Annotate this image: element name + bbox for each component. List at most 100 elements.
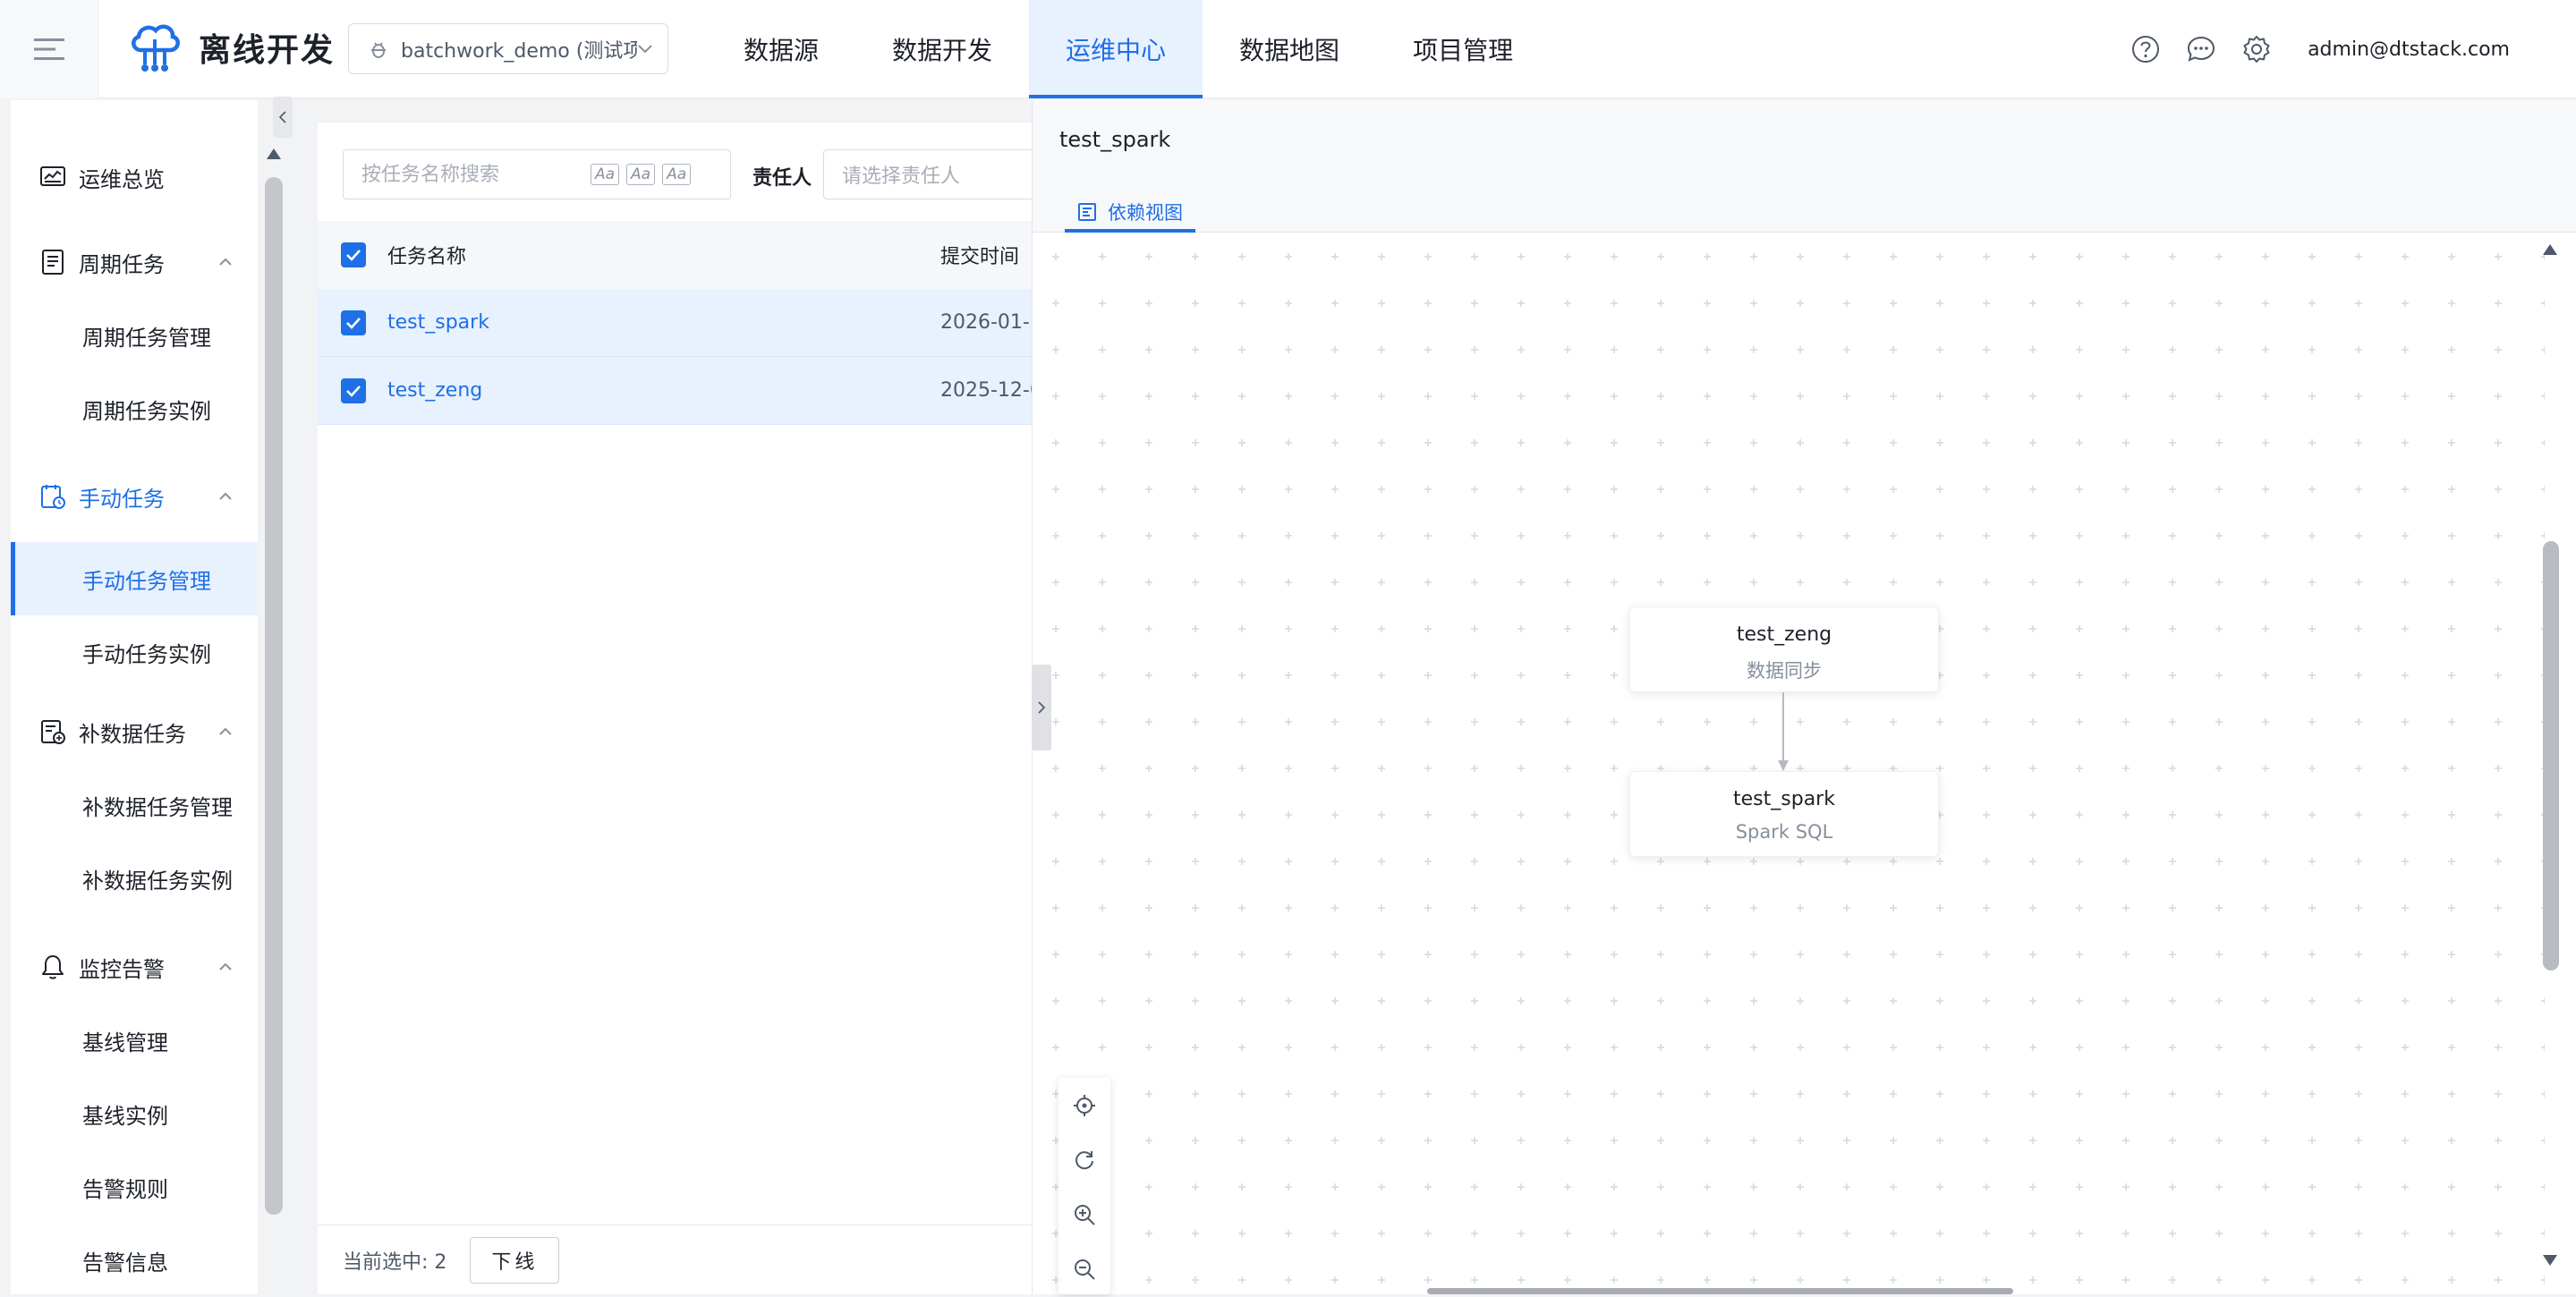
bell-icon: [42, 955, 64, 979]
zoom-in-icon: [1075, 1204, 1095, 1225]
sidebar-item-alarm-rules[interactable]: 告警规则: [11, 1150, 258, 1224]
sidebar-item-backfill-instance[interactable]: 补数据任务实例: [11, 842, 258, 915]
sidebar-group-manual[interactable]: 手动任务: [11, 460, 258, 533]
table-header: 任务名称 提交时间: [318, 221, 1051, 289]
task-name-link[interactable]: test_zeng: [387, 379, 482, 402]
sidebar-group-alarm[interactable]: 监控告警: [11, 930, 258, 1004]
scroll-up-arrow-icon[interactable]: [266, 148, 282, 160]
node-type: Spark SQL: [1735, 821, 1833, 843]
chevron-up-icon: [219, 492, 232, 500]
selected-count: 当前选中: 2: [343, 1250, 447, 1274]
checkmark-icon: [346, 317, 361, 329]
sidebar-item-baseline-mgmt[interactable]: 基线管理: [11, 1004, 258, 1077]
user-email[interactable]: admin@dtstack.com: [2308, 38, 2510, 61]
match-word-toggle[interactable]: Aa: [626, 164, 656, 185]
app-title: 离线开发: [199, 32, 336, 69]
sidebar-label: 周期任务: [79, 251, 165, 277]
refresh-icon: [1075, 1150, 1093, 1169]
column-header-task-name[interactable]: 任务名称: [387, 241, 466, 269]
task-detail-drawer: test_spark 依赖视图: [1032, 100, 2576, 1294]
project-name: batchwork_demo (测试项...: [401, 39, 637, 63]
document-list-icon: [42, 250, 64, 275]
checkmark-icon: [346, 385, 361, 397]
nav-data-map[interactable]: 数据地图: [1203, 0, 1376, 98]
row-checkbox[interactable]: [341, 309, 366, 335]
project-select[interactable]: batchwork_demo (测试项...: [348, 23, 668, 74]
sidebar-label: 运维总览: [79, 166, 165, 192]
bug-icon: [371, 41, 386, 58]
scroll-down-arrow-icon[interactable]: [2542, 1254, 2558, 1267]
sidebar-item-manual-mgmt[interactable]: 手动任务管理: [11, 542, 258, 615]
locate-button[interactable]: [1058, 1078, 1110, 1132]
sidebar-label: 补数据任务: [79, 721, 186, 747]
sidebar-item-backfill-mgmt[interactable]: 补数据任务管理: [11, 768, 258, 842]
sidebar-group-periodic[interactable]: 周期任务: [11, 225, 258, 299]
refresh-button[interactable]: [1058, 1132, 1110, 1187]
sidebar: 运维总览 周期任务 周期任务管理 周期任务实例 手动任务 手动任务管理 手动任务…: [11, 100, 258, 1294]
zoom-in-button[interactable]: [1058, 1187, 1110, 1242]
nav-project-mgmt[interactable]: 项目管理: [1376, 0, 1550, 98]
graph-toolbar: [1058, 1078, 1110, 1294]
nav-data-dev[interactable]: 数据开发: [855, 0, 1029, 98]
menu-toggle-button[interactable]: [0, 0, 98, 98]
canvas-vertical-scrollbar[interactable]: [2543, 541, 2559, 971]
select-all-checkbox[interactable]: [341, 242, 366, 267]
backfill-icon: [41, 720, 65, 744]
column-header-submit-time[interactable]: 提交时间: [940, 241, 1019, 269]
search-box[interactable]: Aa Aa Aa: [343, 149, 731, 199]
sidebar-label: 监控告警: [79, 956, 165, 982]
row-checkbox[interactable]: [341, 377, 366, 403]
graph-node-current[interactable]: test_spark Spark SQL: [1629, 771, 1939, 857]
dependency-edge: [1778, 692, 1789, 771]
sidebar-item-periodic-mgmt[interactable]: 周期任务管理: [11, 299, 258, 372]
table-row[interactable]: test_spark 2026-01-15: [318, 289, 1055, 357]
zoom-out-icon: [1075, 1259, 1095, 1280]
sidebar-item-manual-instance[interactable]: 手动任务实例: [11, 615, 258, 689]
search-options: Aa Aa Aa: [591, 164, 692, 185]
tab-label: 依赖视图: [1108, 202, 1183, 224]
chevron-right-icon: [1038, 701, 1046, 714]
sidebar-item-baseline-instance[interactable]: 基线实例: [11, 1077, 258, 1150]
manual-task-icon: [41, 485, 65, 509]
sidebar-item-alarm-info[interactable]: 告警信息: [11, 1224, 258, 1297]
cloud-logo-icon: [132, 24, 180, 72]
node-name: test_spark: [1733, 788, 1835, 810]
regex-toggle[interactable]: Aa: [662, 164, 692, 185]
match-case-toggle[interactable]: Aa: [591, 164, 620, 185]
checkmark-icon: [346, 250, 361, 261]
sidebar-scrollbar[interactable]: [265, 177, 283, 1215]
scroll-up-arrow-icon[interactable]: [2542, 243, 2558, 256]
sidebar-item-ops-overview[interactable]: 运维总览: [11, 140, 258, 214]
hamburger-icon: [33, 38, 64, 60]
help-icon[interactable]: [2130, 34, 2161, 64]
offline-button[interactable]: 下线: [470, 1236, 560, 1284]
top-right-actions: admin@dtstack.com: [2130, 0, 2510, 98]
task-list-panel: Aa Aa Aa 责任人 请选择责任人 任务名称 提交时间 test_spark…: [318, 123, 1056, 1294]
drawer-toggle-button[interactable]: [1032, 665, 1051, 750]
nav-datasource[interactable]: 数据源: [707, 0, 855, 98]
sidebar-group-backfill[interactable]: 补数据任务: [11, 695, 258, 768]
list-footer: 当前选中: 2 下线: [318, 1225, 1051, 1294]
message-icon[interactable]: [2186, 34, 2216, 64]
drawer-title: test_spark: [1059, 127, 1171, 152]
main-nav: 数据源 数据开发 运维中心 数据地图 项目管理: [707, 0, 1550, 98]
graph-node-upstream[interactable]: test_zeng 数据同步: [1629, 606, 1939, 692]
tab-dependency-view[interactable]: 依赖视图: [1065, 191, 1195, 233]
nav-ops-center[interactable]: 运维中心: [1029, 0, 1203, 98]
sidebar-item-periodic-instance[interactable]: 周期任务实例: [11, 372, 258, 445]
dashboard-icon: [40, 166, 65, 186]
table-row[interactable]: test_zeng 2025-12-04: [318, 357, 1055, 425]
sidebar-collapse-button[interactable]: [273, 97, 293, 138]
top-bar: 离线开发 batchwork_demo (测试项... 数据源 数据开发 运维中…: [0, 0, 2576, 98]
gear-icon[interactable]: [2241, 34, 2272, 64]
chevron-up-icon: [219, 258, 232, 266]
owner-select[interactable]: 请选择责任人: [823, 149, 1056, 199]
canvas-horizontal-scrollbar[interactable]: [1427, 1288, 2013, 1294]
node-type: 数据同步: [1747, 660, 1822, 682]
task-name-link[interactable]: test_spark: [387, 311, 489, 334]
app-logo[interactable]: 离线开发: [127, 20, 335, 75]
chevron-left-icon: [278, 111, 286, 123]
task-search-input[interactable]: [361, 163, 585, 186]
zoom-out-button[interactable]: [1058, 1242, 1110, 1296]
drawer-header: test_spark 依赖视图: [1033, 100, 2576, 233]
